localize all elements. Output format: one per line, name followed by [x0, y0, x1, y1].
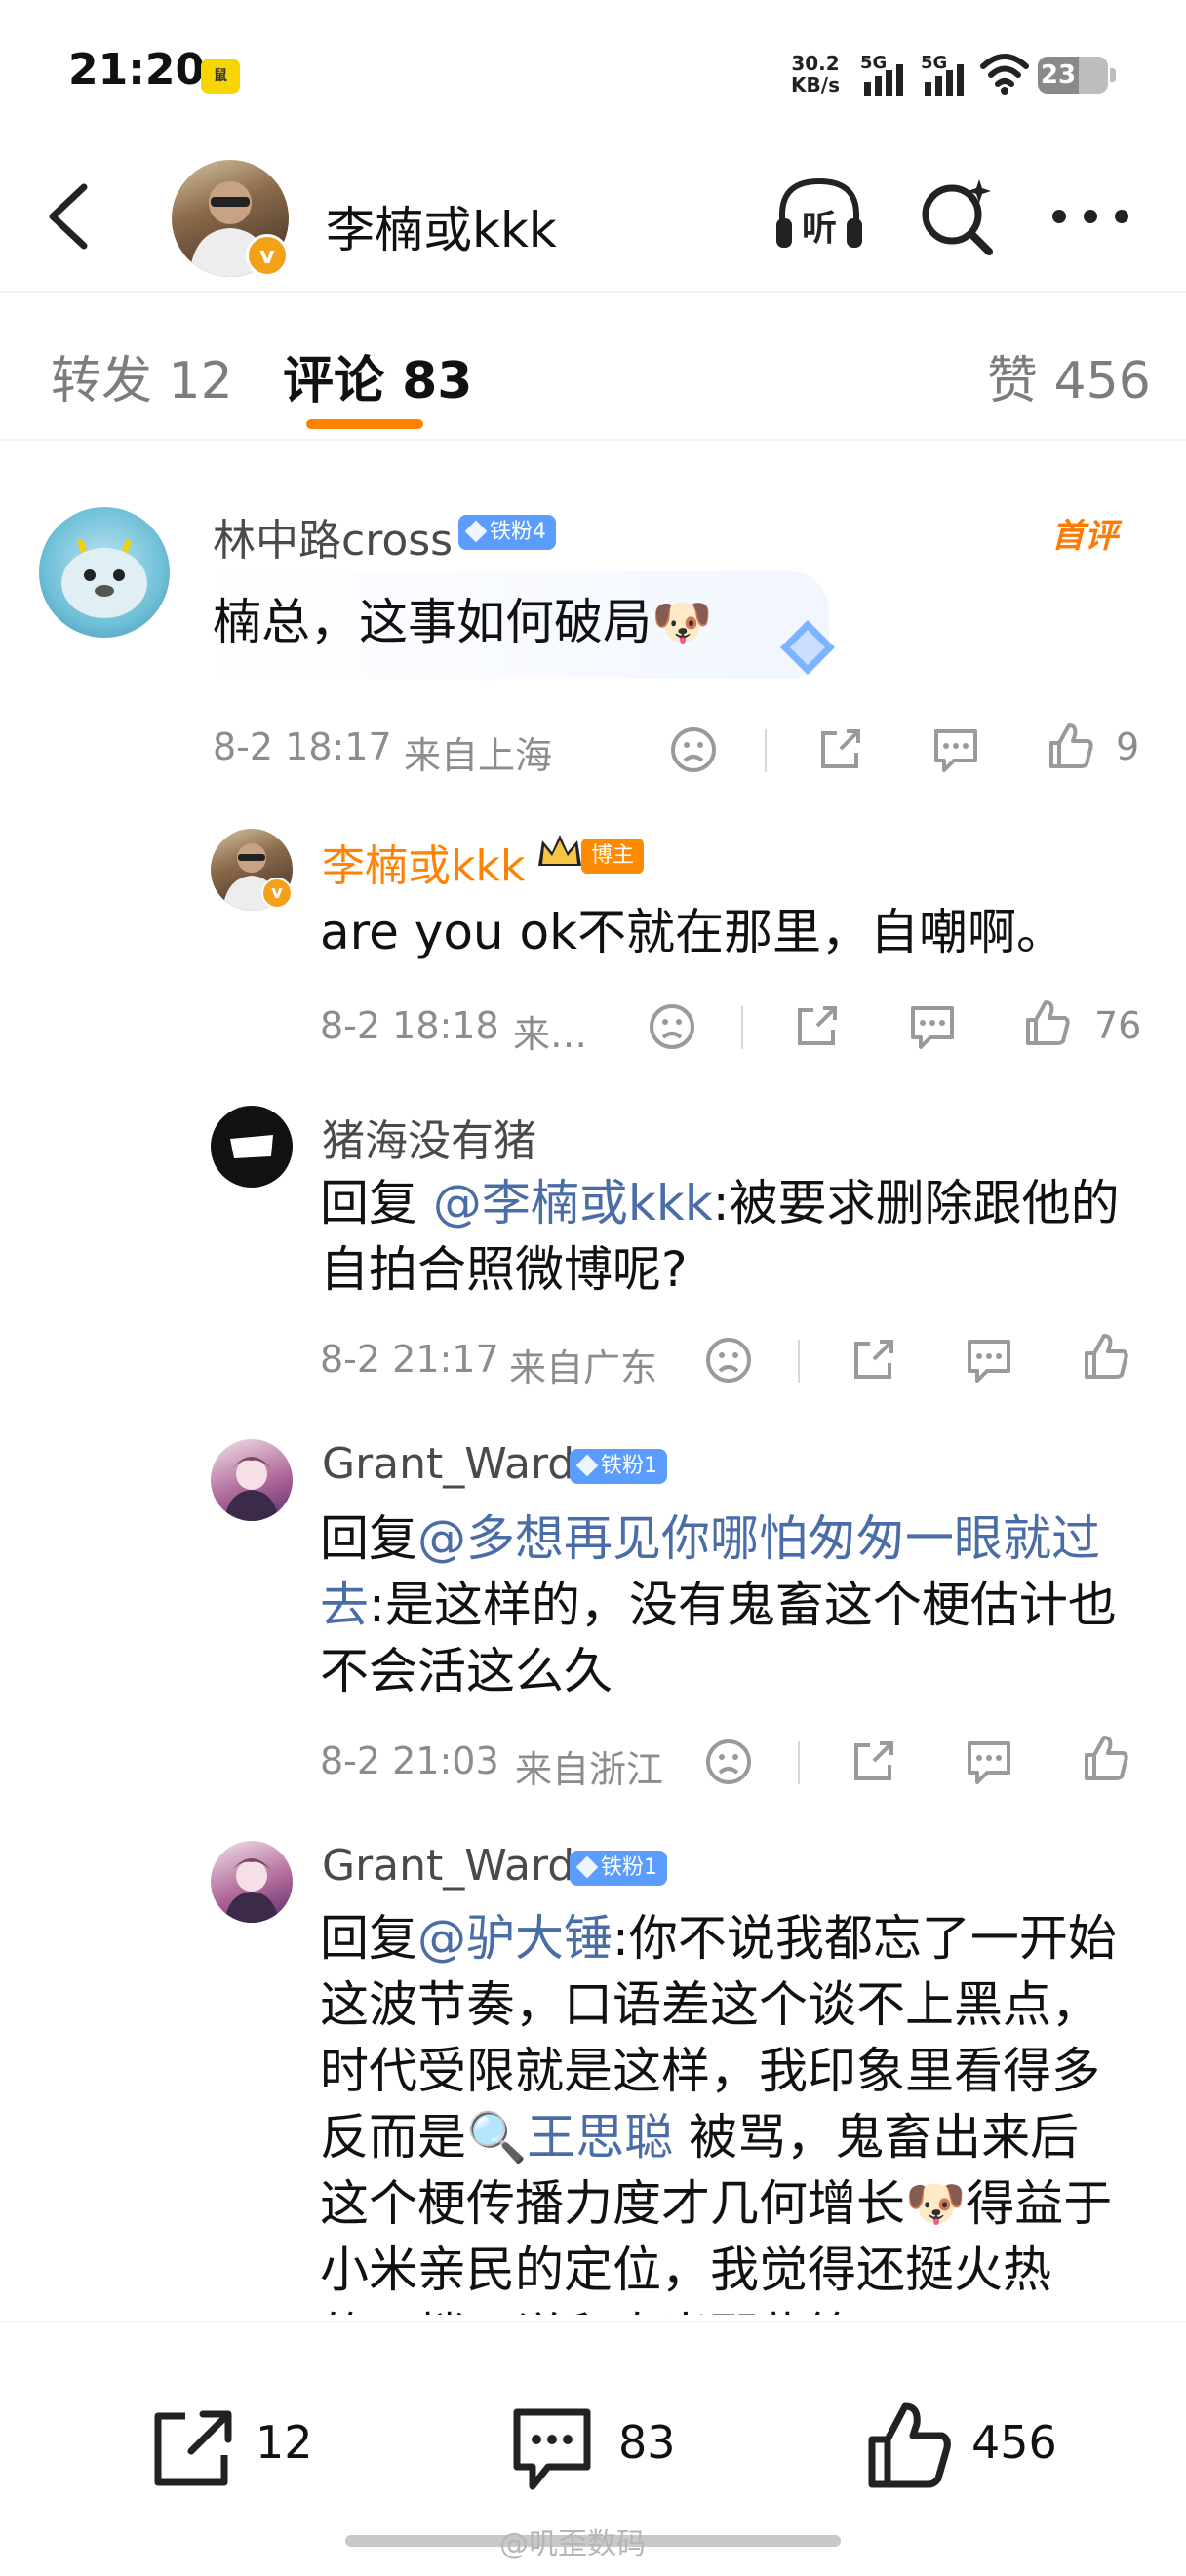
dislike-icon[interactable]	[669, 725, 718, 774]
network-speed-unit: KB/s	[791, 73, 840, 97]
dislike-icon[interactable]	[704, 1336, 753, 1385]
fan-badge: 铁粉1	[570, 1449, 667, 1484]
comment-text: 楠总，这事如何破局🐶	[213, 594, 713, 650]
watermark: @叽歪数码	[499, 2527, 646, 2561]
verified-badge-icon: v	[261, 878, 293, 909]
comment-avatar[interactable]	[211, 1841, 293, 1923]
comment-avatar[interactable]	[211, 1106, 293, 1188]
comment-button[interactable]	[507, 2404, 597, 2496]
battery-level: 23	[1038, 57, 1079, 94]
first-comment-tag: 首评	[1051, 517, 1118, 556]
comment-time: 8-2 21:03	[320, 1739, 499, 1782]
dislike-icon[interactable]	[648, 1002, 696, 1051]
tab-likes[interactable]: 赞 456	[987, 339, 1151, 412]
fan-badge-label: 铁粉1	[601, 1454, 657, 1478]
comment-location: 来…	[513, 1013, 588, 1056]
reply-prefix: 回复	[320, 1510, 417, 1567]
comment-count: 83	[618, 2416, 676, 2469]
reply-icon[interactable]	[930, 725, 981, 774]
comment-time: 8-2 18:17	[213, 725, 392, 768]
comment-username[interactable]: 林中路cross	[213, 505, 453, 567]
tab-comments[interactable]: 评论 83	[283, 339, 472, 412]
reply-icon[interactable]	[964, 1737, 1014, 1786]
tabs-divider	[0, 439, 1186, 441]
comment-username[interactable]: 李楠或kkk	[322, 831, 525, 893]
share-icon[interactable]	[792, 1002, 841, 1051]
comment-text: 回复@多想再见你哪怕匆匆一眼就过去:是这样的，没有鬼畜这个梗估计也不会活这么久	[320, 1505, 1149, 1704]
reply-prefix: 回复	[320, 1175, 433, 1231]
bubble-gem-icon	[776, 616, 839, 679]
fan-badge-label: 铁粉4	[490, 520, 546, 544]
search-topic-icon: 🔍	[466, 2109, 528, 2166]
search-topic-label: 王思聪	[527, 2109, 674, 2166]
comment-text: 回复@驴大锤:你不说我都忘了一开始这波节奏，口语差这个谈不上黑点，时代受限就是这…	[320, 1905, 1120, 2315]
battery-icon: 23	[1038, 57, 1116, 94]
listen-label: 听	[802, 209, 837, 249]
tab-repost[interactable]: 转发 12	[51, 339, 233, 412]
reply-body: :是这样的，没有鬼畜这个梗估计也不会活这么久	[320, 1577, 1117, 1699]
like-count: 76	[1094, 1004, 1142, 1047]
comment-time: 8-2 21:17	[320, 1338, 499, 1381]
comment-time: 8-2 18:18	[320, 1004, 499, 1047]
reply-icon[interactable]	[964, 1336, 1014, 1385]
reply-prefix: 回复	[320, 1910, 417, 1967]
share-icon[interactable]	[849, 1737, 897, 1786]
share-icon[interactable]	[815, 725, 864, 774]
action-divider	[741, 1006, 743, 1049]
like-count: 9	[1116, 725, 1140, 768]
verified-badge-icon: v	[246, 234, 289, 277]
repost-button[interactable]	[148, 2406, 236, 2490]
comment-username[interactable]: Grant_Ward	[322, 1841, 574, 1891]
fan-badge: 铁粉1	[570, 1851, 667, 1886]
comment-text: 回复 @李楠或kkk:被要求删除跟他的自拍合照微博呢?	[320, 1170, 1120, 1303]
like-icon[interactable]	[1046, 722, 1096, 772]
more-options-icon[interactable]	[1051, 209, 1129, 224]
back-button[interactable]	[39, 179, 98, 254]
comment-username[interactable]: 猪海没有猪	[322, 1106, 536, 1168]
network-speed: 30.2 KB/s	[786, 53, 845, 96]
action-divider	[798, 1340, 800, 1383]
search-topic-link[interactable]: 🔍王思聪	[466, 2109, 673, 2166]
signal-sim1-icon: 5G	[860, 53, 915, 96]
crown-icon	[534, 831, 585, 874]
share-icon[interactable]	[849, 1336, 897, 1385]
search-icon[interactable]	[917, 176, 999, 257]
signal-sim2-icon: 5G	[921, 53, 975, 96]
wifi-icon	[979, 53, 1030, 96]
author-badge: 博主	[581, 839, 645, 874]
repost-count: 12	[256, 2416, 313, 2469]
status-time: 21:20	[68, 45, 206, 95]
comment-text: are you ok不就在那里，自嘲啊。	[320, 904, 1066, 960]
comment-avatar[interactable]	[211, 1439, 293, 1521]
comment-location: 来自上海	[404, 734, 553, 777]
comment-location: 来自浙江	[515, 1748, 664, 1791]
reply-icon[interactable]	[907, 1002, 958, 1051]
app-notification-badge: 鼠	[201, 59, 240, 94]
fan-badge: 铁粉4	[458, 515, 556, 550]
like-icon[interactable]	[1081, 1734, 1131, 1784]
like-icon[interactable]	[1022, 998, 1073, 1049]
fan-badge-label: 铁粉1	[601, 1855, 657, 1880]
action-divider	[765, 729, 767, 772]
like-button[interactable]	[864, 2400, 954, 2492]
like-icon[interactable]	[1081, 1332, 1131, 1383]
comment-location: 来自广东	[509, 1347, 658, 1389]
header-username[interactable]: 李楠或kkk	[326, 191, 557, 261]
header-divider	[0, 291, 1186, 293]
comment-avatar[interactable]	[39, 507, 170, 638]
action-divider	[798, 1741, 800, 1784]
dislike-icon[interactable]	[704, 1737, 753, 1786]
active-tab-indicator	[306, 419, 423, 429]
like-count-total: 456	[971, 2416, 1057, 2469]
mention-link[interactable]: @驴大锤	[417, 1910, 613, 1967]
comment-username[interactable]: Grant_Ward	[322, 1439, 574, 1489]
mention-link[interactable]: @李楠或kkk	[433, 1175, 713, 1231]
network-speed-value: 30.2	[791, 52, 840, 75]
listen-icon[interactable]: 听	[772, 176, 866, 254]
